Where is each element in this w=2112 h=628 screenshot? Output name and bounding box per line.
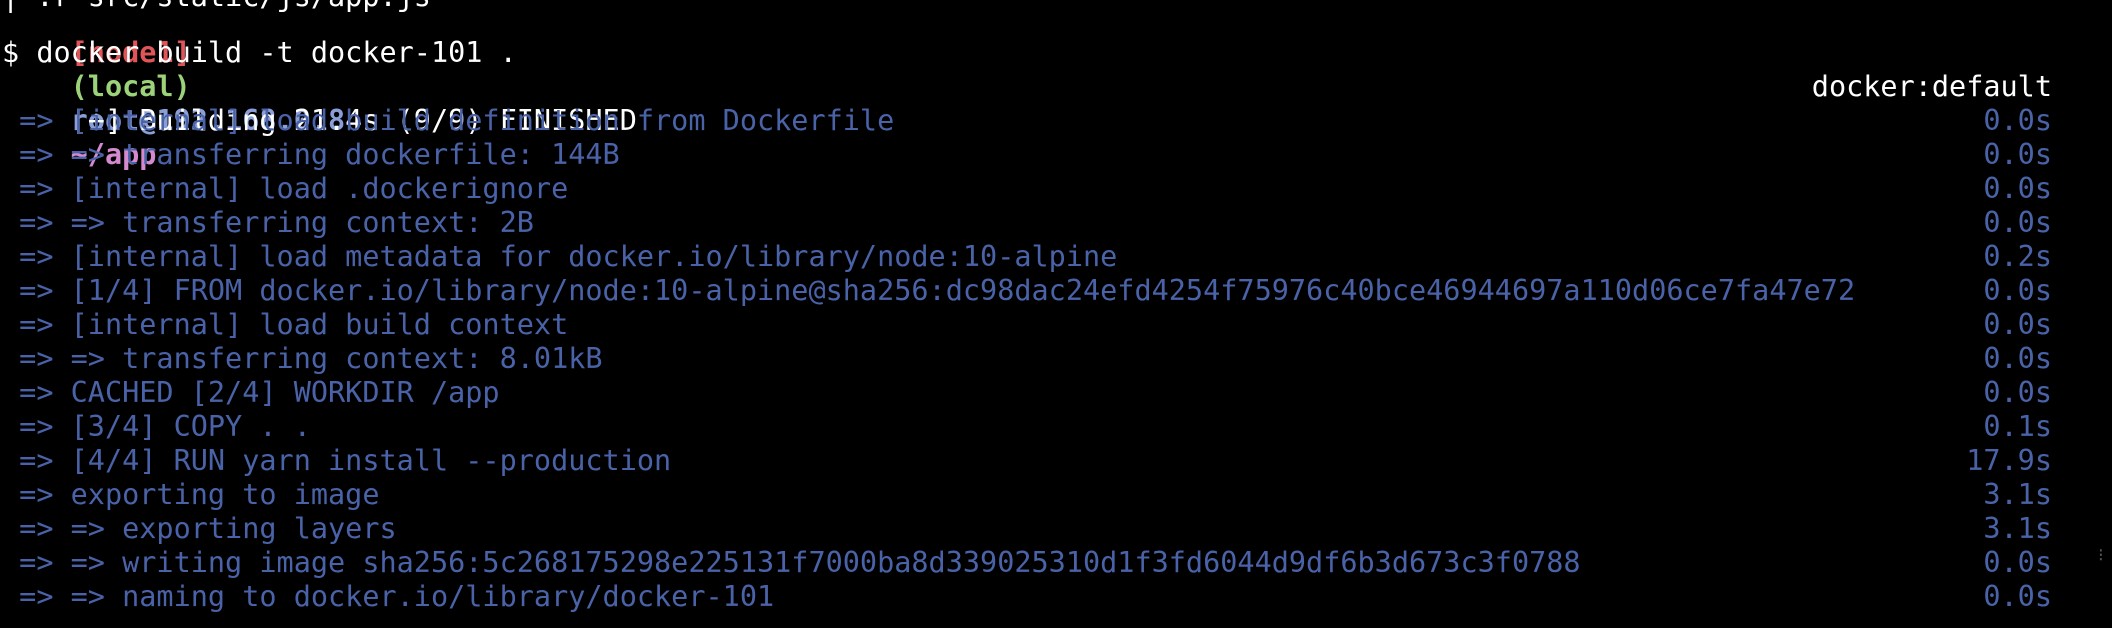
build-step-time: 17.9s xyxy=(1966,444,2052,477)
build-step-time: 3.1s xyxy=(1983,512,2052,545)
build-step-line: => [1/4] FROM docker.io/library/node:10-… xyxy=(2,274,2052,308)
build-step-text: => => transferring dockerfile: 144B xyxy=(2,138,620,171)
build-step-time: 0.0s xyxy=(1983,342,2052,375)
build-step-text: => exporting to image xyxy=(2,478,380,511)
build-step-line: => [internal] load build context 0.0s xyxy=(2,308,2052,342)
build-step-line: => => writing image sha256:5c268175298e2… xyxy=(2,546,2052,580)
build-step-text: => [internal] load .dockerignore xyxy=(2,172,569,205)
build-step-time: 3.1s xyxy=(1983,478,2052,511)
build-step-time: 0.0s xyxy=(1983,274,2052,307)
build-step-time: 0.0s xyxy=(1983,546,2052,579)
build-step-line: => => exporting layers 3.1s xyxy=(2,512,2052,546)
build-context-name: docker:default xyxy=(1811,70,2052,103)
build-step-text: => => transferring context: 2B xyxy=(2,206,534,239)
shell-prompt: [node1] (local) root@192.168.0.8 ~/app xyxy=(2,2,346,171)
build-step-line: => => transferring context: 8.01kB 0.0s xyxy=(2,342,2052,376)
build-step-text: => => naming to docker.io/library/docker… xyxy=(2,580,775,613)
build-step-text: => CACHED [2/4] WORKDIR /app xyxy=(2,376,500,409)
build-step-text: => [internal] load metadata for docker.i… xyxy=(2,240,1118,273)
build-step-text: => => exporting layers xyxy=(2,512,397,545)
build-step-text: => => writing image sha256:5c268175298e2… xyxy=(2,546,1581,579)
build-step-line: => [internal] load build definition from… xyxy=(2,104,2052,138)
build-step-time: 0.1s xyxy=(1983,410,2052,443)
terminal-window[interactable]: | .r src/static/js/app.js [node1] (local… xyxy=(0,0,2112,628)
build-step-text: => [1/4] FROM docker.io/library/node:10-… xyxy=(2,274,1856,307)
command-line: $ docker build -t docker-101 . xyxy=(2,36,517,69)
build-step-time: 0.0s xyxy=(1983,206,2052,239)
build-step-text: => [internal] load build context xyxy=(2,308,569,341)
build-step-line: => [internal] load .dockerignore 0.0s xyxy=(2,172,2052,206)
build-step-time: 0.0s xyxy=(1983,308,2052,341)
build-step-line: => exporting to image 3.1s xyxy=(2,478,2052,512)
scrollbar-handle[interactable]: ⁝ xyxy=(2098,545,2112,571)
build-step-text: => [3/4] COPY . . xyxy=(2,410,311,443)
build-step-line: => CACHED [2/4] WORKDIR /app 0.0s xyxy=(2,376,2052,410)
build-status-line: [+] Building 21.4s (9/9) FINISHED docker… xyxy=(2,70,2052,137)
build-step-time: 0.2s xyxy=(1983,240,2052,273)
build-step-text: => => transferring context: 8.01kB xyxy=(2,342,603,375)
build-step-line: => [internal] load metadata for docker.i… xyxy=(2,240,2052,274)
build-step-line: => [4/4] RUN yarn install --production 17… xyxy=(2,444,2052,478)
build-step-line: => => transferring context: 2B 0.0s xyxy=(2,206,2052,240)
build-step-time: 0.0s xyxy=(1983,376,2052,409)
build-step-text: => [internal] load build definition from… xyxy=(2,104,895,137)
build-step-line: => => transferring dockerfile: 144B 0.0s xyxy=(2,138,2052,172)
build-step-time: 0.0s xyxy=(1983,104,2052,137)
build-step-time: 0.0s xyxy=(1983,172,2052,205)
build-step-text: => [4/4] RUN yarn install --production xyxy=(2,444,672,477)
build-step-line: => [3/4] COPY . . 0.1s xyxy=(2,410,2052,444)
build-step-line: => => naming to docker.io/library/docker… xyxy=(2,580,2052,614)
build-step-time: 0.0s xyxy=(1983,138,2052,171)
build-step-time: 0.0s xyxy=(1983,580,2052,613)
